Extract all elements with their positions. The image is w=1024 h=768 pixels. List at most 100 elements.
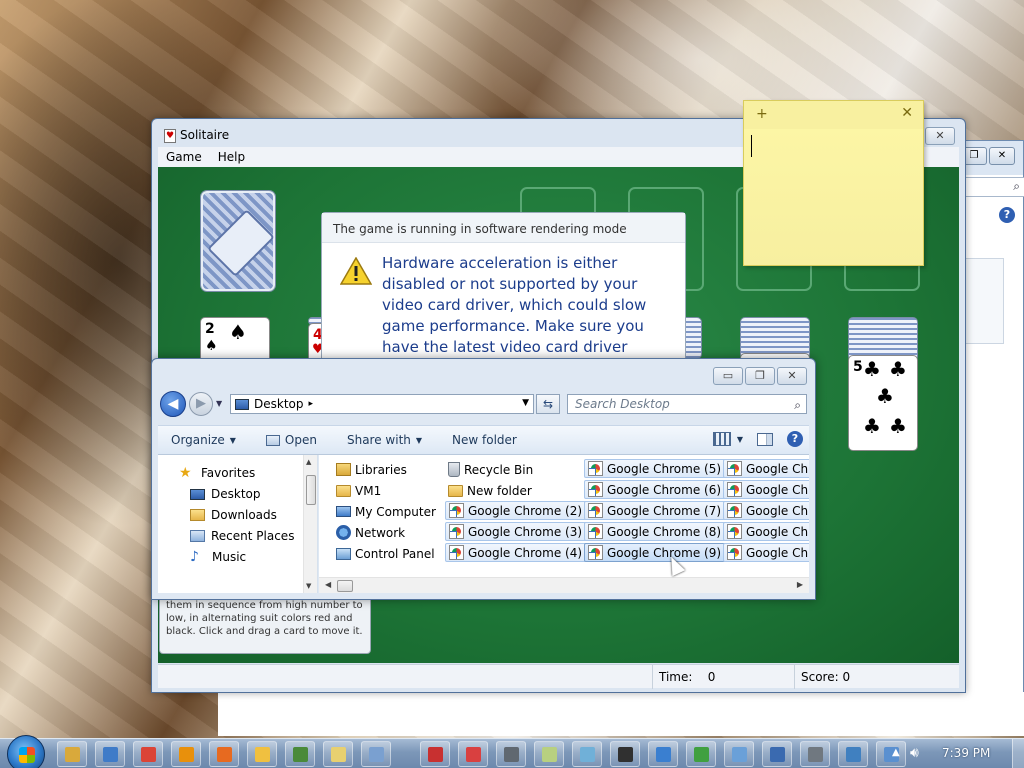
address-dropdown[interactable]: ▼ xyxy=(522,398,529,408)
menu-game[interactable]: Game xyxy=(166,150,202,164)
taskbar-running-app[interactable] xyxy=(420,741,450,767)
search-input[interactable]: Search Desktop ⌕ xyxy=(567,394,807,414)
nav-item-desktop[interactable]: Desktop xyxy=(190,485,261,503)
taskbar-pinned-app[interactable] xyxy=(95,741,125,767)
list-item[interactable]: Network xyxy=(333,523,409,542)
back-button[interactable]: ◀ xyxy=(160,391,186,417)
close-button[interactable]: ✕ xyxy=(925,127,955,145)
downloads-icon xyxy=(190,509,205,521)
list-item[interactable]: My Computer xyxy=(333,502,440,521)
nav-item-music[interactable]: ♪ Music xyxy=(190,548,246,566)
taskbar-running-app[interactable] xyxy=(686,741,716,767)
organize-button[interactable]: Organize ▼ xyxy=(171,433,236,447)
taskbar-running-app[interactable] xyxy=(496,741,526,767)
scroll-right-arrow[interactable]: ▶ xyxy=(797,580,803,589)
recent-pages-dropdown[interactable]: ▼ xyxy=(216,399,222,408)
breadcrumb-arrow[interactable]: ▸ xyxy=(309,399,314,409)
chrome-shortcut-icon xyxy=(727,482,742,497)
taskbar-running-app[interactable] xyxy=(572,741,602,767)
taskbar-running-app[interactable] xyxy=(800,741,830,767)
taskbar-pinned-app[interactable] xyxy=(361,741,391,767)
list-item[interactable]: Google Chro xyxy=(723,543,809,562)
scroll-left-arrow[interactable]: ◀ xyxy=(325,580,331,589)
taskbar-pinned-app[interactable] xyxy=(57,741,87,767)
tableau-card[interactable]: 5 ♣ ♣ ♣ ♣ ♣ xyxy=(848,355,918,451)
explorer-window[interactable]: ▭ ❐ ✕ ◀ ▶ ▼ Desktop ▸ ▼ ⇆ Search Desktop… xyxy=(151,358,816,600)
scroll-thumb[interactable] xyxy=(306,475,316,505)
taskbar-pinned-app[interactable] xyxy=(133,741,163,767)
system-tray: ▲ 🔊︎ 7:39 PM xyxy=(884,739,1024,768)
list-item[interactable]: Google Chro xyxy=(723,522,809,541)
list-item[interactable]: Libraries xyxy=(333,460,411,479)
close-note-button[interactable]: ✕ xyxy=(901,105,913,121)
show-desktop-button[interactable] xyxy=(1012,739,1024,768)
new-folder-button[interactable]: New folder xyxy=(452,433,517,447)
minimize-button[interactable]: ▭ xyxy=(713,367,743,385)
open-button[interactable]: Open xyxy=(265,433,317,447)
search-box[interactable]: ⌕ xyxy=(963,177,1024,197)
list-item[interactable]: Google Chro xyxy=(723,501,809,520)
taskbar-running-app[interactable] xyxy=(610,741,640,767)
change-view-button[interactable]: ▼ xyxy=(712,432,743,446)
list-item[interactable]: Google Chro xyxy=(723,480,809,499)
taskbar-running-app[interactable] xyxy=(724,741,754,767)
search-icon: ⌕ xyxy=(1013,179,1020,193)
sticky-note[interactable]: + ✕ xyxy=(743,100,924,266)
volume-icon[interactable]: 🔊︎ xyxy=(910,745,919,761)
close-button[interactable]: ✕ xyxy=(777,367,807,385)
list-item[interactable]: Recycle Bin xyxy=(445,460,537,479)
taskbar-pinned-app[interactable] xyxy=(247,741,277,767)
taskbar-pinned-app[interactable] xyxy=(209,741,239,767)
nav-item-recent-places[interactable]: Recent Places xyxy=(190,527,294,545)
taskbar-running-app[interactable] xyxy=(838,741,868,767)
stock-pile[interactable] xyxy=(201,191,275,291)
list-item[interactable]: Google Chrome (9) xyxy=(584,543,727,562)
clock[interactable]: 7:39 PM xyxy=(942,746,990,760)
taskbar-pinned-app[interactable] xyxy=(285,741,315,767)
taskbar-running-app[interactable] xyxy=(458,741,488,767)
horizontal-scrollbar[interactable]: ◀ ▶ xyxy=(319,577,809,593)
list-item[interactable]: Google Chrome (7) xyxy=(584,501,727,520)
nav-item-downloads[interactable]: Downloads xyxy=(190,506,277,524)
list-item[interactable]: Google Chrome (3) xyxy=(445,522,588,541)
taskbar-running-app[interactable] xyxy=(762,741,792,767)
share-with-button[interactable]: Share with ▼ xyxy=(347,433,422,447)
taskbar-running-app[interactable] xyxy=(534,741,564,767)
preview-pane-icon[interactable] xyxy=(757,432,773,446)
file-label: Google Chrome (9) xyxy=(607,545,722,560)
help-icon[interactable]: ? xyxy=(787,431,803,447)
add-note-button[interactable]: + xyxy=(756,106,768,122)
menu-help[interactable]: Help xyxy=(218,150,245,164)
list-item[interactable]: Control Panel xyxy=(333,544,439,563)
address-bar[interactable]: Desktop ▸ ▼ xyxy=(230,394,534,414)
nav-scrollbar[interactable]: ▲ ▼ xyxy=(303,455,317,593)
list-item[interactable]: Google Chrome (4) xyxy=(445,543,588,562)
scroll-down-arrow[interactable]: ▼ xyxy=(306,582,311,590)
forward-button[interactable]: ▶ xyxy=(189,392,213,416)
app-icon xyxy=(466,747,481,762)
maximize-button[interactable]: ❐ xyxy=(745,367,775,385)
list-item[interactable]: Google Chrome (6) xyxy=(584,480,727,499)
rendering-mode-dialog[interactable]: The game is running in software renderin… xyxy=(321,212,686,377)
desktop-icon xyxy=(235,398,249,410)
taskbar-pinned-app[interactable] xyxy=(171,741,201,767)
list-item[interactable]: New folder xyxy=(445,481,536,500)
file-label: Google Chrome (8) xyxy=(607,524,722,539)
app-icon xyxy=(580,747,595,762)
nav-item-favorites[interactable]: ★ Favorites xyxy=(179,464,255,482)
start-button[interactable] xyxy=(7,735,45,768)
show-hidden-icons-button[interactable]: ▲ xyxy=(892,747,900,758)
list-item[interactable]: Google Chro xyxy=(723,459,809,478)
list-item[interactable]: Google Chrome (5) xyxy=(584,459,727,478)
list-item[interactable]: Google Chrome (8) xyxy=(584,522,727,541)
list-item[interactable]: VM1 xyxy=(333,481,385,500)
taskbar-running-app[interactable] xyxy=(648,741,678,767)
search-icon[interactable]: ⌕ xyxy=(794,396,801,414)
refresh-button[interactable]: ⇆ xyxy=(536,394,560,414)
close-button[interactable]: ✕ xyxy=(989,147,1015,165)
scroll-thumb[interactable] xyxy=(337,580,353,592)
taskbar-pinned-app[interactable] xyxy=(323,741,353,767)
scroll-up-arrow[interactable]: ▲ xyxy=(306,458,311,466)
list-item[interactable]: Google Chrome (2) xyxy=(445,501,588,520)
help-icon[interactable]: ? xyxy=(999,207,1015,223)
